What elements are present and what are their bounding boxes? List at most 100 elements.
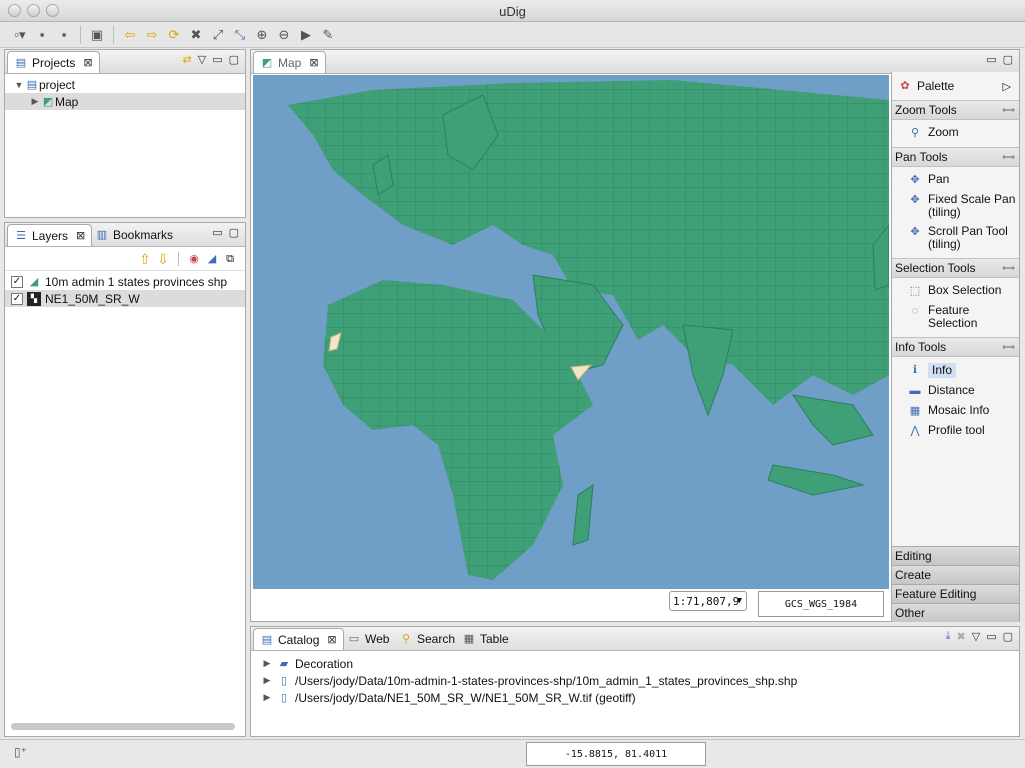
map-canvas[interactable] xyxy=(253,75,889,589)
import-icon[interactable]: ⤓ xyxy=(946,630,951,643)
new-icon[interactable]: ▫▾ xyxy=(10,25,30,45)
maximize-icon[interactable]: ▢ xyxy=(1003,630,1013,643)
palette-tool[interactable]: ✥ Scroll Pan Tool (tiling) xyxy=(892,222,1019,254)
zoom-selection-icon[interactable]: ⤢ xyxy=(208,25,228,45)
box-select-icon: ⬚ xyxy=(909,285,921,297)
drawer-editing[interactable]: Editing xyxy=(892,546,1019,565)
style-icon[interactable]: ◉ xyxy=(187,252,201,266)
tab-projects[interactable]: ▤ Projects ⊠ xyxy=(7,51,100,73)
collapsed-icon[interactable]: ▶ xyxy=(261,675,273,686)
refresh-icon[interactable]: ⟳ xyxy=(164,25,184,45)
zoom-out-icon[interactable]: ⊖ xyxy=(274,25,294,45)
palette-tool[interactable]: ✥ Fixed Scale Pan (tiling) xyxy=(892,190,1019,222)
palette-tool[interactable]: ℹ Info xyxy=(892,360,1019,381)
print-icon[interactable]: ▣ xyxy=(87,25,107,45)
drawer-other[interactable]: Other xyxy=(892,603,1019,622)
view-menu-icon[interactable]: ▽ xyxy=(198,53,206,66)
tab-web[interactable]: ▭ Web xyxy=(341,628,395,650)
minimize-icon[interactable]: ▭ xyxy=(986,53,996,66)
tree-item-map[interactable]: ▶ ◩ Map xyxy=(5,93,245,110)
ruler-icon: ▬ xyxy=(909,385,921,397)
close-icon[interactable]: ⊠ xyxy=(327,633,336,646)
collapsed-icon[interactable]: ▶ xyxy=(261,692,273,703)
collapse-group-icon[interactable]: ⟺ xyxy=(1002,263,1015,274)
palette-tool[interactable]: ▦ Mosaic Info xyxy=(892,401,1019,421)
collapsed-icon[interactable]: ▶ xyxy=(29,96,41,107)
collapsed-icon[interactable]: ▶ xyxy=(261,658,273,669)
palette-tool[interactable]: ✥ Pan xyxy=(892,170,1019,190)
forward-icon[interactable]: ⇨ xyxy=(142,25,162,45)
drawer-feature-editing[interactable]: Feature Editing xyxy=(892,584,1019,603)
minimize-icon[interactable]: ▭ xyxy=(212,226,222,239)
collapse-group-icon[interactable]: ⟺ xyxy=(1002,152,1015,163)
close-icon[interactable]: ⊠ xyxy=(309,56,318,69)
view-menu-icon[interactable]: ▽ xyxy=(972,630,980,643)
dropdown-arrow-icon[interactable]: ▼ xyxy=(737,596,742,606)
fast-view-icon[interactable]: ▯⁺ xyxy=(14,745,27,759)
expanded-icon[interactable]: ▼ xyxy=(13,80,25,90)
palette-tool-name: Info xyxy=(932,363,953,377)
palette-tool-label: Fixed Scale Pan (tiling) xyxy=(928,193,1015,219)
zoom-in-icon[interactable]: ⊕ xyxy=(252,25,272,45)
layer-row[interactable]: ✓ ◢ 10m admin 1 states provinces shp xyxy=(11,273,245,290)
palette-group-header[interactable]: Info Tools ⟺ xyxy=(892,337,1019,357)
tree-item-project[interactable]: ▼ ▤ project xyxy=(5,76,245,93)
palette-header[interactable]: ✿ Palette ▷ xyxy=(892,72,1019,100)
polygon-layer-icon: ◢ xyxy=(29,275,39,288)
maximize-icon[interactable]: ▢ xyxy=(229,53,239,66)
play-icon[interactable]: ▶ xyxy=(296,25,316,45)
catalog-item-label: /Users/jody/Data/NE1_50M_SR_W/NE1_50M_SR… xyxy=(295,690,636,705)
palette-toggle-icon[interactable]: ▷ xyxy=(1003,80,1011,93)
layer-properties-icon[interactable]: ⧉ xyxy=(223,252,237,266)
catalog-item[interactable]: ▶ ▯ /Users/jody/Data/10m-admin-1-states-… xyxy=(261,672,1019,689)
move-up-icon[interactable]: ⇧ xyxy=(138,252,152,266)
minimize-icon[interactable]: ▭ xyxy=(986,630,996,643)
catalog-item[interactable]: ▶ ▰ Decoration xyxy=(261,655,1019,672)
tab-map[interactable]: ◩ Map ⊠ xyxy=(253,51,326,73)
catalog-icon: ▤ xyxy=(261,633,273,646)
layers-toolbar: ⇧ ⇩ ◉ ◢ ⧉ xyxy=(5,247,245,271)
move-down-icon[interactable]: ⇩ xyxy=(156,252,170,266)
tab-projects-label: Projects xyxy=(32,55,76,70)
palette-tool[interactable]: ⋀ Profile tool xyxy=(892,421,1019,441)
collapse-group-icon[interactable]: ⟺ xyxy=(1002,342,1015,353)
tab-bookmarks[interactable]: ▥ Bookmarks xyxy=(89,224,179,246)
palette-group-header[interactable]: Pan Tools ⟺ xyxy=(892,147,1019,167)
palette-tool[interactable]: ⬚ Box Selection xyxy=(892,281,1019,301)
palette-tool-label: Distance xyxy=(928,384,975,397)
link-icon[interactable]: ⇄ xyxy=(183,53,192,66)
save-all-icon[interactable]: ▪ xyxy=(54,25,74,45)
stop-icon[interactable]: ✖ xyxy=(186,25,206,45)
zoom-extent-icon[interactable]: ⤡ xyxy=(230,25,250,45)
palette-group-header[interactable]: Selection Tools ⟺ xyxy=(892,258,1019,278)
minimize-icon[interactable]: ▭ xyxy=(212,53,222,66)
palette-tool-label: Profile tool xyxy=(928,424,985,437)
remove-icon[interactable]: ✖ xyxy=(957,630,966,643)
edit-icon[interactable]: ✎ xyxy=(318,25,338,45)
tab-layers[interactable]: ☰ Layers ⊠ xyxy=(7,224,93,246)
close-icon[interactable]: ⊠ xyxy=(83,56,92,69)
drawer-create[interactable]: Create xyxy=(892,565,1019,584)
layer-row[interactable]: ✓ ▚ NE1_50M_SR_W xyxy=(5,290,245,307)
edit-layer-icon[interactable]: ◢ xyxy=(205,252,219,266)
scale-combo[interactable]: 1:71,807,9 ▼ xyxy=(669,591,747,611)
maximize-icon[interactable]: ▢ xyxy=(1003,53,1013,66)
layer-visibility-checkbox[interactable]: ✓ xyxy=(11,275,23,288)
collapse-group-icon[interactable]: ⟺ xyxy=(1002,105,1015,116)
palette-tool[interactable]: ▬ Distance xyxy=(892,381,1019,401)
close-icon[interactable]: ⊠ xyxy=(76,229,85,242)
tab-table[interactable]: ▦ Table xyxy=(456,628,515,650)
catalog-window-controls: ⤓ ✖ ▽ ▭ ▢ xyxy=(946,630,1013,643)
palette-tool[interactable]: ◌ Feature Selection xyxy=(892,301,1019,333)
save-icon[interactable]: ▪ xyxy=(32,25,52,45)
horizontal-scrollbar[interactable] xyxy=(11,723,235,730)
tab-search[interactable]: ⚲ Search xyxy=(393,628,461,650)
tab-catalog[interactable]: ▤ Catalog ⊠ xyxy=(253,628,344,650)
back-icon[interactable]: ⇦ xyxy=(120,25,140,45)
crs-button[interactable]: GCS_WGS_1984 xyxy=(758,591,884,617)
palette-tool[interactable]: ⚲ Zoom xyxy=(892,123,1019,143)
maximize-icon[interactable]: ▢ xyxy=(229,226,239,239)
palette-group-header[interactable]: Zoom Tools ⟺ xyxy=(892,100,1019,120)
catalog-item[interactable]: ▶ ▯ /Users/jody/Data/NE1_50M_SR_W/NE1_50… xyxy=(261,689,1019,706)
layer-visibility-checkbox[interactable]: ✓ xyxy=(11,292,23,305)
